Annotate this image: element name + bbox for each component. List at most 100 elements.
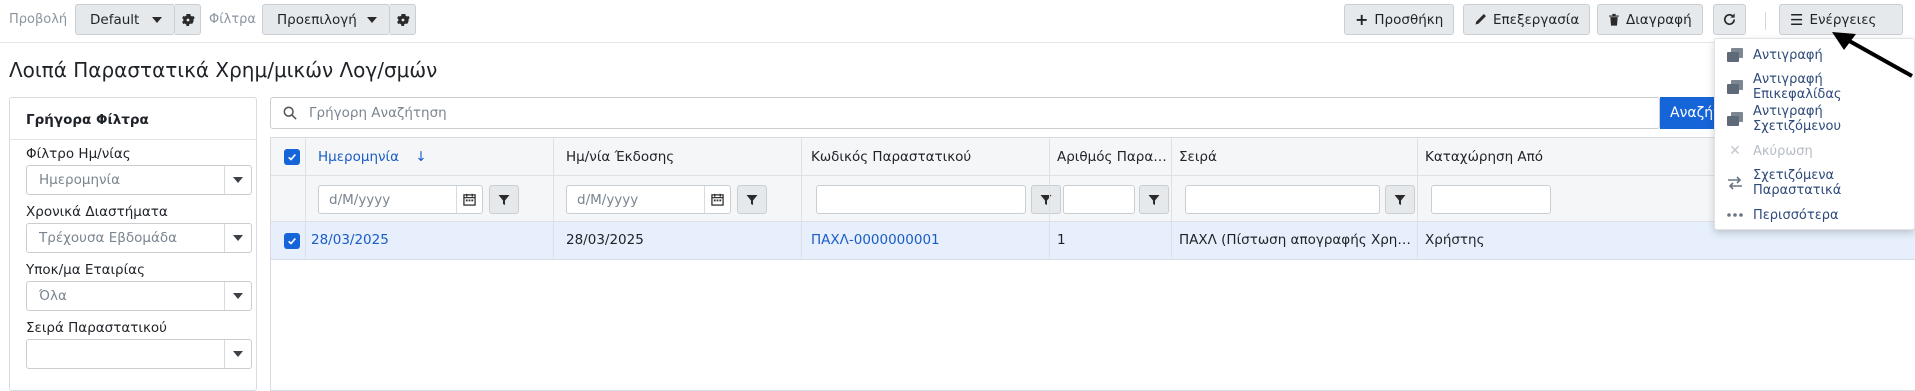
column-header-date[interactable]: Ημερομηνία ↓	[318, 149, 427, 165]
calendar-icon[interactable]	[704, 186, 730, 213]
column-divider	[553, 138, 554, 260]
gear-icon	[396, 13, 410, 26]
check-icon	[288, 153, 296, 161]
document-code-filter-button[interactable]	[1031, 185, 1061, 214]
issue-date-filter-input[interactable]: d/M/yyyy	[566, 185, 731, 214]
row-checkbox[interactable]	[284, 233, 300, 249]
chevron-down-icon	[233, 235, 243, 241]
column-divider	[1417, 138, 1418, 260]
document-series-select[interactable]	[26, 339, 252, 369]
grid-filter-row: d/M/yyyy d/M/yyyy	[271, 176, 1915, 222]
row-document-number: 1	[1057, 232, 1066, 248]
documents-grid: Ημερομηνία ↓ Ημ/νία Έκδοσης Κωδικός Παρα…	[270, 137, 1915, 391]
more-icon	[1727, 207, 1743, 223]
time-period-select[interactable]: Τρέχουσα Εβδομάδα	[26, 223, 252, 253]
time-period-label: Χρονικά Διαστήματα	[26, 204, 168, 220]
column-header-document-number[interactable]: Αριθμός Παραστατικού	[1057, 149, 1170, 165]
filter-label: Φίλτρα	[209, 12, 256, 27]
edit-button-label: Επεξεργασία	[1493, 11, 1580, 28]
calendar-glyph	[463, 193, 476, 206]
menu-item-copy-related-label: Αντιγραφή Σχετιζόμενου	[1753, 104, 1842, 134]
dropdown-arrow[interactable]	[224, 224, 251, 252]
view-dropdown[interactable]: Default	[75, 4, 175, 35]
page-title: Λοιπά Παραστατικά Χρημ/μικών Λογ/σμών	[9, 58, 438, 82]
menu-item-related-docs[interactable]: Σχετιζόμενα Παραστατικά	[1715, 167, 1914, 199]
document-series-label: Σειρά Παραστατικού	[26, 320, 167, 336]
column-header-document-code[interactable]: Κωδικός Παραστατικού	[811, 149, 1041, 165]
chevron-down-icon	[152, 16, 162, 23]
filter-icon	[746, 194, 758, 205]
delete-button[interactable]: Διαγραφή	[1597, 4, 1703, 35]
entered-by-filter-input[interactable]	[1431, 185, 1551, 214]
document-code-filter-input[interactable]	[816, 185, 1026, 214]
document-number-filter-button[interactable]	[1139, 185, 1169, 214]
menu-item-related-docs-label: Σχετιζόμενα Παραστατικά	[1753, 168, 1842, 198]
menu-item-copy-label: Αντιγραφή	[1753, 47, 1823, 63]
column-header-date-label: Ημερομηνία	[318, 149, 400, 165]
menu-item-more-label: Περισσότερα	[1753, 207, 1839, 223]
menu-item-more[interactable]: Περισσότερα	[1715, 199, 1914, 231]
related-docs-icon	[1727, 175, 1743, 191]
date-filter-label: Φίλτρο Ημ/νίας	[26, 146, 131, 162]
grid-header-row: Ημερομηνία ↓ Ημ/νία Έκδοσης Κωδικός Παρα…	[271, 138, 1915, 176]
filter-settings-button[interactable]	[390, 4, 416, 35]
gear-icon	[181, 13, 195, 26]
menu-item-cancel-label: Ακύρωση	[1753, 143, 1813, 159]
company-branch-select[interactable]: Όλα	[26, 281, 252, 311]
column-divider	[1171, 138, 1172, 260]
dropdown-arrow[interactable]	[224, 166, 251, 194]
search-icon	[283, 106, 297, 120]
date-filter-input[interactable]: d/M/yyyy	[318, 185, 483, 214]
column-divider	[305, 138, 306, 260]
select-all-checkbox[interactable]	[284, 149, 300, 165]
calendar-glyph	[711, 193, 724, 206]
series-filter-input[interactable]	[1185, 185, 1380, 214]
sort-desc-icon: ↓	[415, 149, 427, 165]
table-row[interactable]: 28/03/2025 28/03/2025 ΠΑΧΛ-0000000001 1 …	[271, 222, 1915, 260]
chevron-down-icon	[233, 293, 243, 299]
plus-icon: +	[1355, 10, 1369, 29]
dropdown-arrow[interactable]	[224, 340, 251, 368]
view-dropdown-value: Default	[90, 11, 140, 28]
check-icon	[288, 237, 296, 245]
toolbar-divider	[1765, 12, 1766, 30]
company-branch-label: Υποκ/μα Εταιρίας	[26, 262, 146, 278]
add-button-label: Προσθήκη	[1374, 11, 1444, 28]
quick-filters-panel: Γρήγορα Φίλτρα Φίλτρο Ημ/νίας Ημερομηνία…	[9, 97, 257, 391]
annotation-arrow-icon	[1832, 32, 1913, 78]
company-branch-value: Όλα	[39, 288, 67, 304]
quick-search-placeholder: Γρήγορη Αναζήτηση	[309, 105, 447, 121]
view-settings-button[interactable]	[175, 4, 201, 35]
edit-button[interactable]: Επεξεργασία	[1463, 4, 1591, 35]
row-date-link[interactable]: 28/03/2025	[311, 232, 389, 248]
hamburger-icon: ☰	[1790, 10, 1804, 29]
quick-search-field[interactable]: Γρήγορη Αναζήτηση	[270, 97, 1660, 129]
filter-icon	[1148, 194, 1160, 205]
filter-icon	[1394, 194, 1406, 205]
column-header-entered-by[interactable]: Καταχώρηση Από	[1425, 149, 1575, 165]
series-filter-button[interactable]	[1385, 185, 1415, 214]
menu-item-cancel: ✕ Ακύρωση	[1715, 135, 1914, 167]
row-document-code-link[interactable]: ΠΑΧΛ-0000000001	[811, 232, 940, 248]
column-divider	[1049, 138, 1050, 260]
add-button[interactable]: + Προσθήκη	[1344, 4, 1455, 35]
toolbar: Προβολή Default Φίλτρα Προεπιλογή + Προσ…	[0, 0, 1915, 43]
copy-related-icon	[1727, 111, 1743, 127]
quick-filters-heading: Γρήγορα Φίλτρα	[10, 98, 256, 140]
date-filter-select[interactable]: Ημερομηνία	[26, 165, 252, 195]
pencil-icon	[1475, 14, 1486, 25]
column-header-issue-date[interactable]: Ημ/νία Έκδοσης	[566, 149, 796, 165]
calendar-icon[interactable]	[456, 186, 482, 213]
date-filter-button[interactable]	[489, 185, 519, 214]
issue-date-filter-button[interactable]	[737, 185, 767, 214]
view-label: Προβολή	[9, 12, 68, 27]
date-filter-value: Ημερομηνία	[39, 172, 121, 188]
refresh-button[interactable]	[1713, 4, 1746, 35]
dropdown-arrow[interactable]	[224, 282, 251, 310]
column-header-series[interactable]: Σειρά	[1179, 149, 1409, 165]
filter-icon	[498, 194, 510, 205]
menu-item-copy-related[interactable]: Αντιγραφή Σχετιζόμενου	[1715, 103, 1914, 135]
time-period-value: Τρέχουσα Εβδομάδα	[39, 230, 178, 246]
document-number-filter-input[interactable]	[1063, 185, 1135, 214]
filter-dropdown[interactable]: Προεπιλογή	[262, 4, 390, 35]
